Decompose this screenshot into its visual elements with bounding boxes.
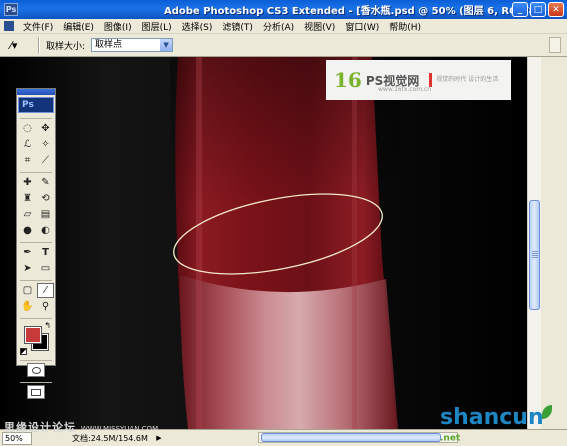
palette-well-button[interactable]	[549, 37, 561, 53]
watermark-right: shancun .net	[440, 405, 567, 446]
menu-layer[interactable]: 图层(L)	[137, 20, 177, 33]
document-canvas[interactable]: 16 PS视觉网 www.16fx.com.cn 视觉的时代 设计的生活	[0, 57, 527, 429]
toolbox-panel: Ps ◌ ✥ ℒ ✧ ⌗ ⟋ ✚ ✎ ♜ ⟲ ▱ ▤ ● ◐ ✒ T ➤ ▭ ▢…	[16, 88, 56, 399]
tool-grid: ▢ ⁄ ✋ ⚲	[17, 283, 55, 314]
toolbox-header[interactable]	[17, 89, 55, 95]
foreground-color-swatch[interactable]	[24, 326, 42, 344]
tool-grid: ✒ T ➤ ▭	[17, 245, 55, 276]
toolbox-separator	[20, 315, 52, 319]
quick-mask-button[interactable]	[27, 363, 45, 377]
history-brush-icon[interactable]: ⟲	[37, 191, 54, 206]
quick-mask-icon	[31, 366, 41, 374]
sample-size-value: 取样点	[95, 40, 123, 50]
window-title: Adobe Photoshop CS3 Extended - [香水瓶.psd …	[164, 6, 545, 17]
blur-icon[interactable]: ●	[19, 223, 36, 238]
maximize-icon[interactable]: □	[530, 2, 546, 17]
watermark-right-text: shancun	[440, 405, 544, 430]
toolbox-separator	[20, 169, 52, 173]
notes-icon[interactable]: ▢	[19, 283, 36, 298]
menu-window[interactable]: 窗口(W)	[340, 20, 384, 33]
logo-slogan: 视觉的时代 设计的生活	[436, 76, 499, 83]
zoom-icon[interactable]: ⚲	[37, 299, 54, 314]
toolbox-separator	[20, 277, 52, 281]
menu-image[interactable]: 图像(I)	[99, 20, 137, 33]
menu-filter[interactable]: 滤镜(T)	[217, 20, 258, 33]
screen-mode-button[interactable]	[27, 385, 45, 399]
scroll-grip-icon	[532, 251, 538, 259]
logo-mark: 16	[334, 68, 362, 92]
perfume-bottle-image	[170, 57, 400, 429]
site-logo: 16 PS视觉网 www.16fx.com.cn 视觉的时代 设计的生活	[326, 60, 511, 100]
logo-divider	[429, 73, 433, 87]
hand-icon[interactable]: ✋	[19, 299, 36, 314]
toolbox-separator	[20, 239, 52, 243]
menu-select[interactable]: 选择(S)	[177, 20, 218, 33]
toolbox-separator	[20, 357, 52, 361]
move-icon[interactable]: ✥	[37, 121, 54, 136]
lasso-icon[interactable]: ℒ	[19, 137, 36, 152]
menu-view[interactable]: 视图(V)	[299, 20, 340, 33]
toolbox-separator	[20, 379, 52, 383]
swap-colors-icon[interactable]: ↰	[44, 321, 51, 330]
horizontal-scrollbar[interactable]	[258, 432, 458, 443]
shape-icon[interactable]: ▭	[37, 261, 54, 276]
menu-analysis[interactable]: 分析(A)	[258, 20, 299, 33]
watermark-left-url: WWW.MISSYUAN.COM	[80, 425, 159, 433]
sample-size-select[interactable]: 取样点 ▼	[91, 38, 174, 52]
close-icon[interactable]: ✕	[548, 2, 564, 17]
slice-icon[interactable]: ⟋	[37, 153, 54, 168]
gradient-icon[interactable]: ▤	[37, 207, 54, 222]
vertical-scrollbar[interactable]	[527, 57, 541, 429]
title-bar: Ps Adobe Photoshop CS3 Extended - [香水瓶.p…	[0, 0, 567, 19]
chevron-down-icon[interactable]: ▼	[160, 39, 173, 51]
tool-grid: ◌ ✥ ℒ ✧ ⌗ ⟋	[17, 121, 55, 168]
watermark-right-suffix: .net	[440, 433, 461, 444]
eyedropper-icon[interactable]: ⁄	[37, 283, 54, 298]
pen-icon[interactable]: ✒	[19, 245, 36, 260]
eraser-icon[interactable]: ▱	[19, 207, 36, 222]
crop-icon[interactable]: ⌗	[19, 153, 36, 168]
screen-mode-icon	[31, 388, 41, 396]
healing-brush-icon[interactable]: ✚	[19, 175, 36, 190]
window-controls: _ □ ✕	[512, 2, 564, 17]
options-separator	[38, 37, 40, 53]
eyedropper-icon[interactable]: ⁄▾	[10, 37, 32, 53]
menu-file[interactable]: 文件(F)	[18, 20, 58, 33]
horizontal-scroll-thumb[interactable]	[261, 433, 441, 442]
right-panel-area	[541, 57, 567, 429]
type-icon[interactable]: T	[37, 245, 54, 260]
minimize-icon[interactable]: _	[512, 2, 528, 17]
stamp-icon[interactable]: ♜	[19, 191, 36, 206]
menu-edit[interactable]: 编辑(E)	[58, 20, 99, 33]
photoshop-app-icon[interactable]: Ps	[4, 3, 18, 16]
options-bar: ⁄▾ 取样大小: 取样点 ▼	[0, 34, 567, 57]
dodge-icon[interactable]: ◐	[37, 223, 54, 238]
sample-size-label: 取样大小:	[46, 41, 86, 52]
marquee-icon[interactable]: ◌	[19, 121, 36, 136]
toolbox-ps-logo[interactable]: Ps	[18, 97, 54, 113]
default-colors-icon[interactable]	[20, 348, 27, 355]
tool-grid: ✚ ✎ ♜ ⟲ ▱ ▤ ● ◐	[17, 175, 55, 238]
watermark-left-text: 思缘设计论坛	[4, 421, 76, 434]
menu-help[interactable]: 帮助(H)	[384, 20, 426, 33]
toolbox-separator	[20, 115, 52, 119]
magic-wand-icon[interactable]: ✧	[37, 137, 54, 152]
logo-url: www.16fx.com.cn	[378, 86, 432, 93]
path-select-icon[interactable]: ➤	[19, 261, 36, 276]
menu-bar: 文件(F) 编辑(E) 图像(I) 图层(L) 选择(S) 滤镜(T) 分析(A…	[0, 19, 567, 34]
brush-icon[interactable]: ✎	[37, 175, 54, 190]
watermark-left: 思缘设计论坛 WWW.MISSYUAN.COM	[4, 419, 158, 435]
document-icon[interactable]	[4, 21, 14, 31]
color-swatches: ↰	[19, 321, 53, 355]
vertical-scroll-thumb[interactable]	[529, 200, 540, 310]
